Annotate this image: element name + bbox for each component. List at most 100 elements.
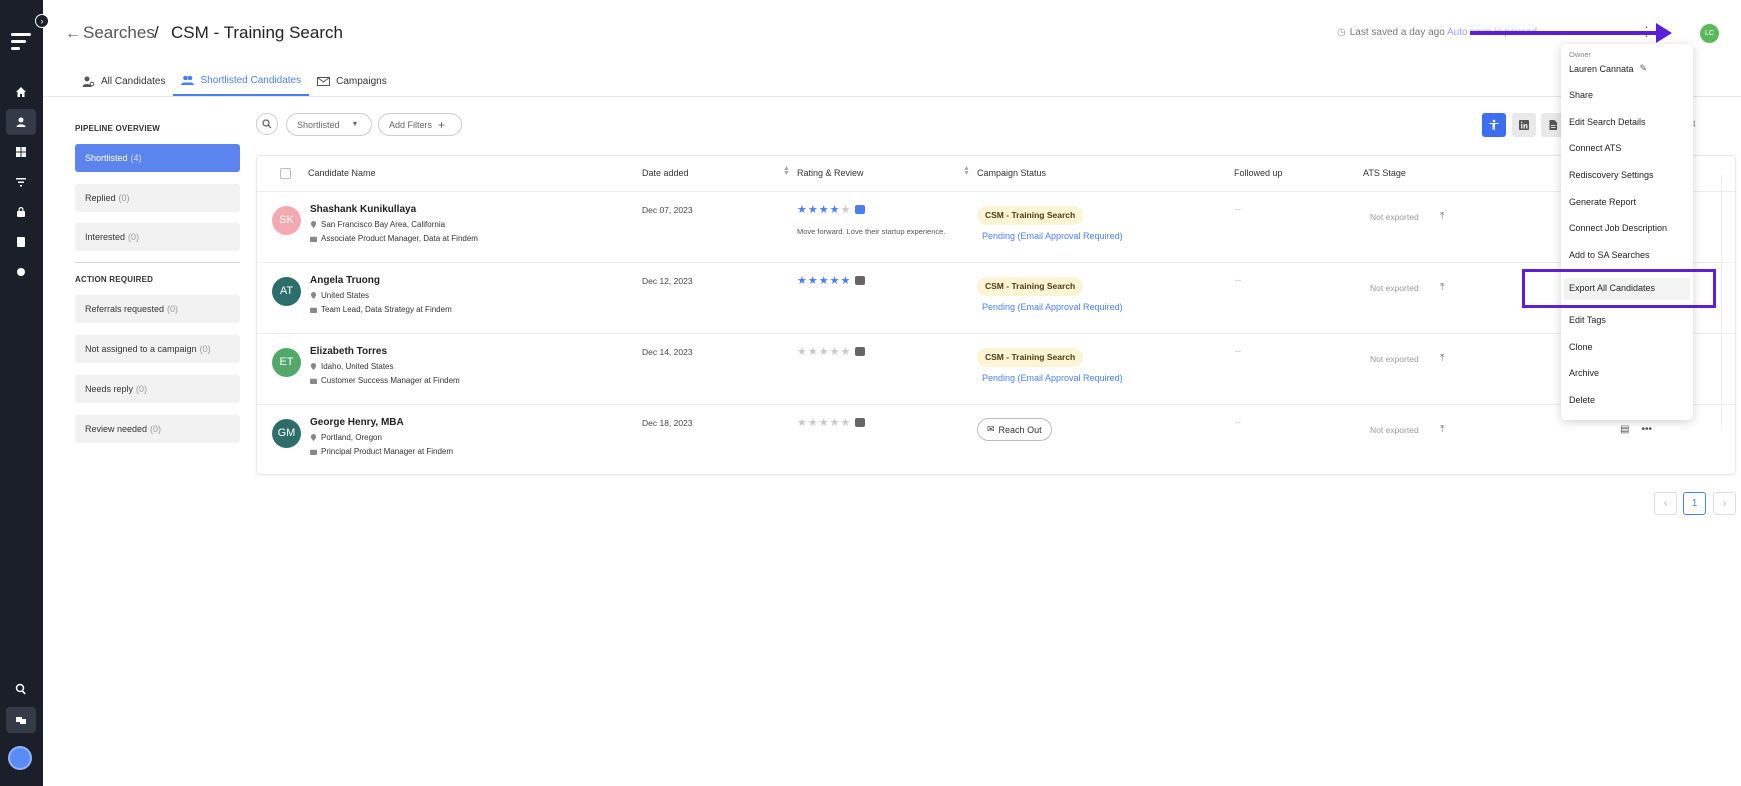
col-date-added[interactable]: Date added xyxy=(642,168,689,178)
candidate-job: Principal Product Manager at Findem xyxy=(310,447,453,456)
export-upload-icon[interactable]: ⤒ xyxy=(1440,424,1444,435)
sort-icon[interactable]: ▲ ▼ xyxy=(783,165,790,177)
menu-item-connect-job-description[interactable]: Connect Job Description xyxy=(1569,223,1667,233)
shortlisted-filter-dropdown[interactable]: Shortlisted ▼ xyxy=(286,113,372,136)
menu-item-archive[interactable]: Archive xyxy=(1569,368,1599,378)
owner-name[interactable]: Lauren Cannata ✎ xyxy=(1569,63,1647,74)
menu-item-rediscovery-settings[interactable]: Rediscovery Settings xyxy=(1569,170,1654,180)
accessibility-button[interactable] xyxy=(1482,113,1506,137)
tab-all-candidates[interactable]: All Candidates xyxy=(74,66,173,96)
edit-pencil-icon[interactable]: ✎ xyxy=(1640,63,1648,74)
table-row[interactable]: GM George Henry, MBA Portland, Oregon Pr… xyxy=(257,405,1735,476)
star-icon[interactable]: ★★★★★ xyxy=(797,275,851,287)
campaign-badge[interactable]: CSM - Training Search xyxy=(977,206,1084,225)
star-icon[interactable]: ★ xyxy=(840,204,851,216)
pipeline-item-replied[interactable]: Replied (0) xyxy=(75,184,240,212)
col-followed-up[interactable]: Followed up xyxy=(1234,168,1283,178)
campaign-badge[interactable]: CSM - Training Search xyxy=(977,348,1084,367)
owner-avatar[interactable]: LC xyxy=(1700,24,1719,43)
tab-label: Shortlisted Candidates xyxy=(200,74,302,86)
menu-item-share[interactable]: Share xyxy=(1569,90,1593,100)
linkedin-button[interactable] xyxy=(1512,113,1536,137)
page-title: CSM - Training Search xyxy=(171,23,343,42)
star-icon[interactable]: ★★★★ xyxy=(797,204,840,216)
contacts-icon[interactable] xyxy=(6,229,36,255)
menu-item-connect-ats[interactable]: Connect ATS xyxy=(1569,143,1621,153)
tab-campaigns[interactable]: Campaigns xyxy=(309,66,395,96)
dashboard-icon[interactable] xyxy=(6,139,36,165)
action-item-review-needed[interactable]: Review needed (0) xyxy=(75,415,240,443)
review-icon[interactable] xyxy=(855,276,866,285)
star-icon[interactable]: ★★★★★ xyxy=(797,417,851,429)
campaign-status[interactable]: Pending (Email Approval Required) xyxy=(982,302,1123,312)
table-header: Candidate Name Date added ▲ ▼ Rating & Re… xyxy=(257,156,1735,192)
action-item-label: Referrals requested xyxy=(85,304,165,314)
action-item-referrals[interactable]: Referrals requested (0) xyxy=(75,295,240,323)
mail-icon: ✉ xyxy=(987,424,995,434)
action-item-label: Review needed xyxy=(85,424,148,434)
menu-item-add-to-sa-searches[interactable]: Add to SA Searches xyxy=(1569,250,1650,260)
export-upload-icon[interactable]: ⤒ xyxy=(1440,211,1444,222)
review-icon[interactable] xyxy=(855,205,866,214)
document-icon[interactable]: ▤ xyxy=(1620,424,1629,435)
breadcrumb-searches[interactable]: Searches xyxy=(83,23,155,43)
rating-stars[interactable]: ★★★★★ xyxy=(797,345,866,358)
back-arrow-icon[interactable]: ← xyxy=(65,25,81,43)
export-upload-icon[interactable]: ⤒ xyxy=(1440,282,1444,293)
rating-stars[interactable]: ★★★★★ xyxy=(797,416,866,429)
campaign-badge[interactable]: CSM - Training Search xyxy=(977,277,1084,296)
candidate-name[interactable]: Angela Truong xyxy=(310,275,380,286)
menu-item-clone[interactable]: Clone xyxy=(1569,342,1593,352)
home-icon[interactable] xyxy=(6,79,36,105)
select-all-checkbox[interactable] xyxy=(280,168,291,179)
campaign-status[interactable]: Pending (Email Approval Required) xyxy=(982,231,1123,241)
table-row[interactable]: AT Angela Truong United States Team Lead… xyxy=(257,263,1735,334)
settings-icon[interactable] xyxy=(6,259,36,285)
col-campaign-status[interactable]: Campaign Status xyxy=(977,168,1046,178)
tab-shortlisted-candidates[interactable]: Shortlisted Candidates xyxy=(173,66,310,96)
feedback-icon[interactable] xyxy=(6,707,36,733)
add-filters-button[interactable]: Add Filters + xyxy=(378,113,462,136)
more-horizontal-icon[interactable]: ••• xyxy=(1641,424,1652,435)
menu-item-edit-search-details[interactable]: Edit Search Details xyxy=(1569,117,1646,127)
filter-icon[interactable] xyxy=(6,169,36,195)
reach-out-button[interactable]: ✉ Reach Out xyxy=(977,418,1052,441)
menu-item-edit-tags[interactable]: Edit Tags xyxy=(1569,315,1606,325)
menu-item-delete[interactable]: Delete xyxy=(1569,395,1595,405)
rating-stars[interactable]: ★★★★★ xyxy=(797,274,866,287)
menu-item-generate-report[interactable]: Generate Report xyxy=(1569,197,1636,207)
col-candidate-name[interactable]: Candidate Name xyxy=(308,168,376,178)
action-item-not-assigned[interactable]: Not assigned to a campaign (0) xyxy=(75,335,240,363)
sort-icon[interactable]: ▲ ▼ xyxy=(963,165,970,177)
review-icon[interactable] xyxy=(855,347,866,356)
table-row[interactable]: ET Elizabeth Torres Idaho, United States… xyxy=(257,334,1735,405)
table-row[interactable]: SK Shashank Kunikullaya San Francisco Ba… xyxy=(257,192,1735,263)
search-icon[interactable] xyxy=(6,676,36,702)
table-scrollbar[interactable] xyxy=(1721,174,1735,429)
candidate-name[interactable]: Shashank Kunikullaya xyxy=(310,204,416,215)
pagination-page-1[interactable]: 1 xyxy=(1683,492,1706,515)
pipeline-item-interested[interactable]: Interested (0) xyxy=(75,223,240,251)
candidates-table: Candidate Name Date added ▲ ▼ Rating & Re… xyxy=(256,155,1736,475)
candidate-name[interactable]: George Henry, MBA xyxy=(310,417,404,428)
pagination-prev[interactable]: ‹ xyxy=(1654,492,1677,515)
review-icon[interactable] xyxy=(855,418,866,427)
pipeline-item-label: Interested xyxy=(85,232,126,242)
star-icon[interactable]: ★★★★★ xyxy=(797,346,851,358)
followed-up-value: -- xyxy=(1235,417,1241,427)
rating-stars[interactable]: ★★★★★ xyxy=(797,203,866,216)
candidates-icon[interactable] xyxy=(6,109,36,135)
pagination-next[interactable]: › xyxy=(1713,492,1736,515)
lock-icon[interactable] xyxy=(6,199,36,225)
action-item-needs-reply[interactable]: Needs reply (0) xyxy=(75,375,240,403)
search-button[interactable] xyxy=(256,113,278,135)
export-upload-icon[interactable]: ⤒ xyxy=(1440,353,1444,364)
campaign-status[interactable]: Pending (Email Approval Required) xyxy=(982,373,1123,383)
candidate-name[interactable]: Elizabeth Torres xyxy=(310,346,387,357)
col-ats-stage[interactable]: ATS Stage xyxy=(1363,168,1406,178)
pipeline-item-shortlisted[interactable]: Shortlisted (4) xyxy=(75,144,240,172)
col-rating-review[interactable]: Rating & Review xyxy=(797,168,864,178)
app-logo[interactable] xyxy=(11,33,31,54)
user-avatar[interactable] xyxy=(8,746,32,770)
filter-value: Shortlisted xyxy=(297,119,340,130)
